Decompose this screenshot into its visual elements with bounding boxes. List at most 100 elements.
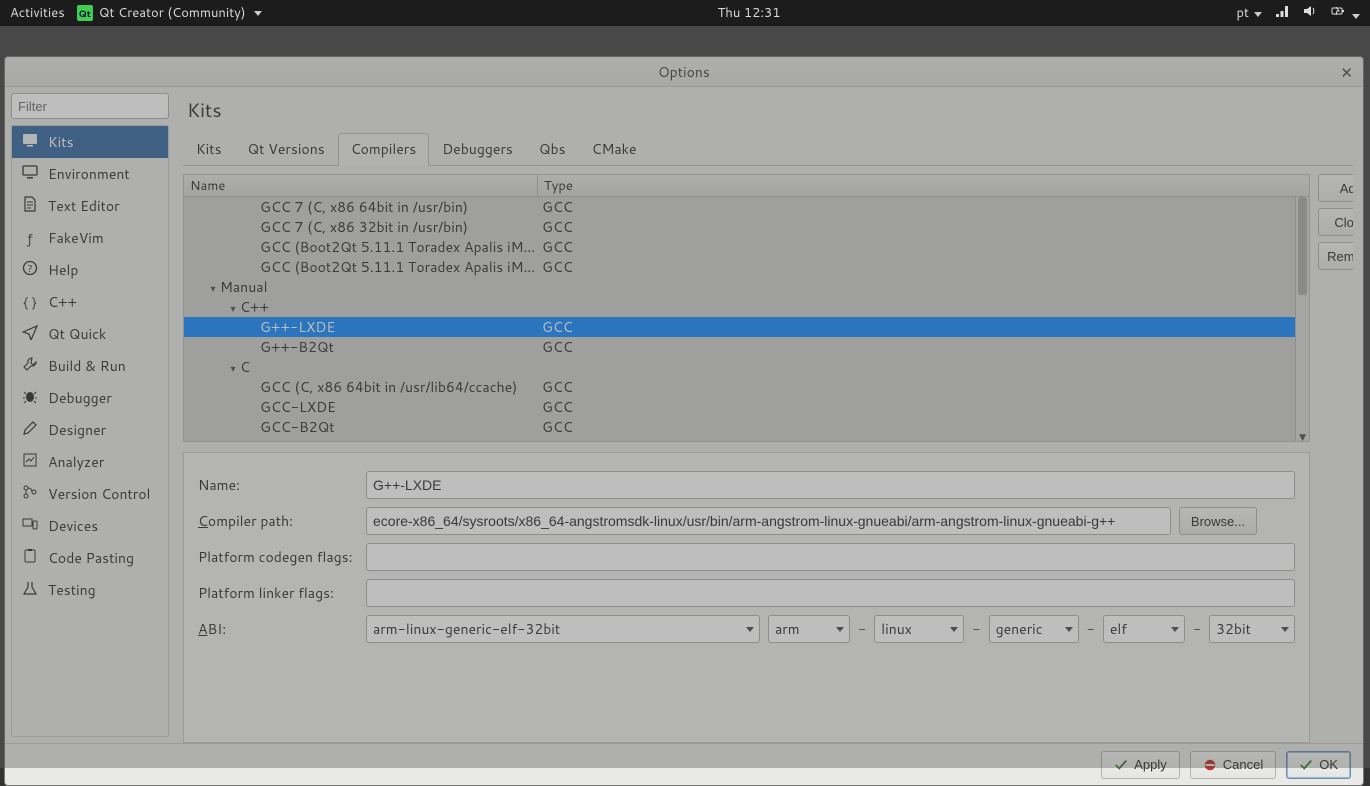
tree-item-type: GCC [538,237,1295,257]
tree-row[interactable]: G++-B2Qt GCC [184,337,1295,357]
sidebar-item-code-pasting[interactable]: Code Pasting [12,542,168,574]
abi-full-select[interactable]: arm-linux-generic-elf-32bit [366,615,760,643]
sidebar-item-designer[interactable]: Designer [12,414,168,446]
chevron-down-icon [746,627,754,632]
browse-button[interactable]: Browse... [1179,507,1257,535]
sidebar-item-kits[interactable]: Kits [12,126,168,158]
tree-row[interactable]: GCC (Boot2Qt 5.11.1 Toradex Apalis iMX6)… [184,237,1295,257]
filter-input[interactable] [11,93,169,119]
sidebar-item-c-[interactable]: { }C++ [12,286,168,318]
power-icon[interactable] [1330,3,1360,24]
codegen-flags-label: Platform codegen flags: [198,547,358,567]
pencil-icon [22,420,38,441]
clock[interactable]: Thu 12:31 [262,4,1237,22]
linker-flags-input[interactable] [366,579,1295,607]
tree-item-name: GCC 7 (C, x86 64bit in /usr/bin) [260,197,468,217]
close-icon[interactable]: ✕ [1340,62,1353,83]
cancel-icon [1203,758,1217,772]
expander-icon[interactable]: ▾ [228,302,238,316]
bug-icon [22,388,38,409]
col-name[interactable]: Name [184,175,538,196]
tab-cmake[interactable]: CMake [579,133,650,166]
tree-row[interactable]: G++-LXDEGCC [184,317,1295,337]
sidebar-item-testing[interactable]: Testing [12,574,168,606]
tree-row[interactable]: GCC-LXDEGCC [184,397,1295,417]
monitor-icon [22,164,38,185]
tree-row[interactable]: ▾Manual [184,277,1295,297]
tree-row[interactable]: ▾C++ [184,297,1295,317]
tab-qbs[interactable]: Qbs [526,133,579,166]
compiler-path-label: Compiler path: [198,511,358,531]
abi-format-select[interactable]: elf [1103,615,1185,643]
dialog-buttons: Apply Cancel OK [5,743,1363,785]
col-type[interactable]: Type [538,175,1309,196]
kits-panel: Kits KitsQt VersionsCompilersDebuggersQb… [175,87,1363,743]
compilers-tree[interactable]: Name Type GCC 7 (C, x86 64bit in /usr/bi… [183,174,1310,442]
tree-row[interactable]: GCC 7 (C, x86 32bit in /usr/bin)GCC [184,217,1295,237]
sidebar-item-label: Build & Run [48,356,126,376]
expander-icon[interactable]: ▾ [228,362,238,376]
tree-item-type: GCC [538,217,1295,237]
sidebar-item-environment[interactable]: Environment [12,158,168,190]
sidebar-item-label: Analyzer [48,452,104,472]
tree-item-type: GCC [538,417,1295,437]
tab-kits[interactable]: Kits [183,133,235,166]
sidebar-item-label: Kits [48,132,74,152]
abi-width-select[interactable]: 32bit [1209,615,1295,643]
vcs-icon [22,484,38,505]
sidebar-item-fakevim[interactable]: ƒFakeVim [12,222,168,254]
tree-item-name: C [240,357,250,377]
clone-button[interactable]: Clone [1318,208,1353,236]
sidebar-item-qt-quick[interactable]: Qt Quick [12,318,168,350]
sidebar-item-help[interactable]: ?Help [12,254,168,286]
tree-item-type: GCC [538,257,1295,277]
tree-row[interactable]: ▾C [184,357,1295,377]
apply-button[interactable]: Apply [1101,751,1180,779]
scroll-down-icon[interactable]: ▼ [1299,430,1306,440]
chevron-down-icon [1065,627,1073,632]
tree-row[interactable]: GCC (Boot2Qt 5.11.1 Toradex Apalis iMX8)… [184,257,1295,277]
app-menu[interactable]: Qt Qt Creator (Community) [77,4,262,22]
sidebar-item-build-run[interactable]: Build & Run [12,350,168,382]
help-icon: ? [22,260,38,281]
tab-debuggers[interactable]: Debuggers [429,133,526,166]
cancel-button[interactable]: Cancel [1190,751,1276,779]
tab-qt-versions[interactable]: Qt Versions [235,133,338,166]
network-icon[interactable] [1274,3,1290,24]
add-button[interactable]: Add [1318,174,1353,202]
abi-arch-select[interactable]: arm [768,615,850,643]
panel-title: Kits [187,97,1353,124]
name-input[interactable] [366,471,1295,499]
ok-button[interactable]: OK [1286,751,1351,779]
activities-button[interactable]: Activities [10,4,65,22]
chevron-down-icon [1171,627,1179,632]
window-titlebar[interactable]: Options ✕ [5,57,1363,87]
chevron-down-icon [1281,627,1289,632]
sidebar-item-analyzer[interactable]: Analyzer [12,446,168,478]
tree-item-type: GCC [538,337,1295,357]
scroll-thumb[interactable] [1298,197,1307,295]
options-sidebar: Kits EnvironmentText EditorƒFakeVim?Help{… [5,87,175,743]
remove-button[interactable]: Remove [1318,242,1353,270]
tree-row[interactable]: GCC (C, x86 64bit in /usr/lib64/ccache)G… [184,377,1295,397]
tree-item-name: G++-B2Qt [260,337,334,357]
fake-icon: ƒ [22,230,38,246]
sidebar-item-version-control[interactable]: Version Control [12,478,168,510]
tab-compilers[interactable]: Compilers [338,133,430,166]
expander-icon[interactable]: ▾ [208,282,218,296]
tree-row[interactable]: GCC 7 (C, x86 64bit in /usr/bin)GCC [184,197,1295,217]
sidebar-item-label: Devices [48,516,98,536]
tree-item-name: GCC (C, x86 64bit in /usr/lib64/ccache) [260,377,517,397]
codegen-flags-input[interactable] [366,543,1295,571]
sidebar-item-devices[interactable]: Devices [12,510,168,542]
tree-scrollbar[interactable]: ▲ ▼ [1295,197,1309,441]
keyboard-layout[interactable]: pt [1236,4,1262,22]
compiler-path-input[interactable] [366,507,1171,535]
tree-row[interactable]: GCC-B2QtGCC [184,417,1295,437]
abi-flavor-select[interactable]: generic [989,615,1079,643]
sidebar-item-debugger[interactable]: Debugger [12,382,168,414]
document-icon [22,196,38,217]
volume-icon[interactable] [1302,3,1318,24]
sidebar-item-text-editor[interactable]: Text Editor [12,190,168,222]
abi-os-select[interactable]: linux [874,615,964,643]
